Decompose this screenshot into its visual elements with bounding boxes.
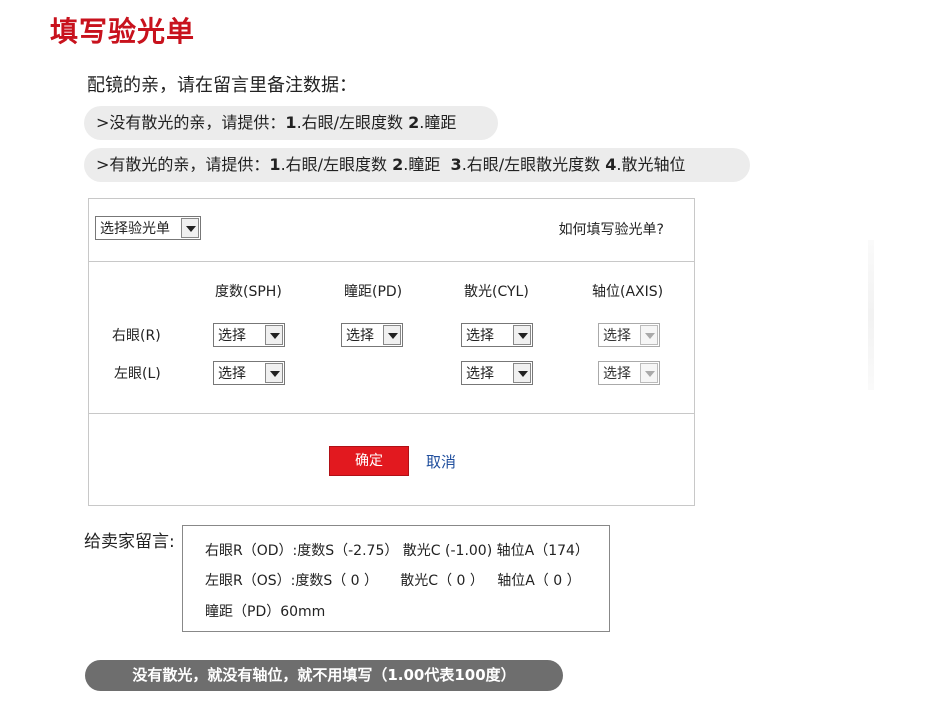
template-select-value: 选择验光单 (100, 221, 170, 237)
pd-select[interactable]: 选择 (341, 323, 403, 347)
right-cyl-select[interactable]: 选择 (461, 323, 533, 347)
select-value: 选择 (466, 328, 494, 344)
chevron-down-icon (383, 325, 401, 345)
right-axis-select[interactable]: 选择 (598, 323, 660, 347)
intro-text: 配镜的亲，请在留言里备注数据： (87, 75, 357, 96)
tip-num: 3 (450, 155, 462, 174)
chevron-down-icon (181, 218, 199, 238)
tip-text: .瞳距 (419, 113, 457, 132)
chevron-down-icon (640, 363, 658, 383)
tip-prefix: >没有散光的亲，请提供： (96, 113, 286, 132)
tip-num: 4 (605, 155, 617, 174)
select-value: 选择 (218, 366, 246, 382)
how-to-fill-link[interactable]: 如何填写验光单? (559, 219, 664, 239)
column-header-axis: 轴位(AXIS) (592, 284, 664, 300)
left-cyl-select[interactable]: 选择 (461, 361, 533, 385)
tip-prefix: >有散光的亲，请提供： (96, 155, 270, 174)
left-axis-select[interactable]: 选择 (598, 361, 660, 385)
select-value: 选择 (603, 366, 631, 382)
tip-text: .散光轴位 (616, 155, 686, 174)
cancel-link[interactable]: 取消 (426, 451, 456, 472)
select-value: 选择 (218, 328, 246, 344)
decorative-edge (868, 240, 874, 390)
column-header-cyl: 散光(CYL) (464, 284, 529, 300)
chevron-down-icon (513, 325, 531, 345)
chevron-down-icon (265, 363, 283, 383)
bottom-hint: 没有散光，就没有轴位，就不用填写（1.00代表100度） (85, 660, 563, 691)
seller-note-textarea[interactable]: 右眼R（OD）:度数S（-2.75） 散光C (-1.00) 轴位A（174） … (182, 525, 610, 632)
divider (89, 413, 694, 414)
tip-text: .右眼/左眼散光度数 (461, 155, 606, 174)
tip-num: 1 (285, 113, 297, 132)
row-label-right-eye: 右眼(R) (112, 328, 161, 344)
tip-num: 1 (269, 155, 281, 174)
column-header-sph: 度数(SPH) (215, 284, 282, 300)
tip-num: 2 (392, 155, 404, 174)
tip-text: .右眼/左眼度数 (280, 155, 393, 174)
template-select[interactable]: 选择验光单 (95, 216, 201, 240)
select-value: 选择 (603, 328, 631, 344)
select-value: 选择 (346, 328, 374, 344)
chevron-down-icon (265, 325, 283, 345)
confirm-button[interactable]: 确定 (329, 446, 409, 476)
note-line: 左眼R（OS）:度数S（ 0 ） 散光C（ 0 ） 轴位A（ 0 ） (205, 573, 581, 589)
tip-num: 2 (408, 113, 420, 132)
note-line: 右眼R（OD）:度数S（-2.75） 散光C (-1.00) 轴位A（174） (205, 543, 589, 559)
chevron-down-icon (513, 363, 531, 383)
divider (89, 261, 694, 262)
row-label-left-eye: 左眼(L) (114, 366, 161, 382)
chevron-down-icon (640, 325, 658, 345)
page-title: 填写验光单 (50, 15, 196, 48)
note-line: 瞳距（PD）60mm (205, 604, 326, 620)
select-value: 选择 (466, 366, 494, 382)
prescription-form: 选择验光单 如何填写验光单? 度数(SPH) 瞳距(PD) 散光(CYL) 轴位… (88, 198, 695, 506)
seller-note-label: 给卖家留言: (84, 532, 175, 552)
tip-text: .瞳距 (403, 155, 451, 174)
tip-text: .右眼/左眼度数 (296, 113, 409, 132)
right-sph-select[interactable]: 选择 (213, 323, 285, 347)
tip-astigmatism: >有散光的亲，请提供：1.右眼/左眼度数 2.瞳距 3.右眼/左眼散光度数 4.… (84, 148, 750, 182)
column-header-pd: 瞳距(PD) (344, 284, 403, 300)
left-sph-select[interactable]: 选择 (213, 361, 285, 385)
tip-no-astigmatism: >没有散光的亲，请提供：1.右眼/左眼度数 2.瞳距 (84, 106, 498, 140)
